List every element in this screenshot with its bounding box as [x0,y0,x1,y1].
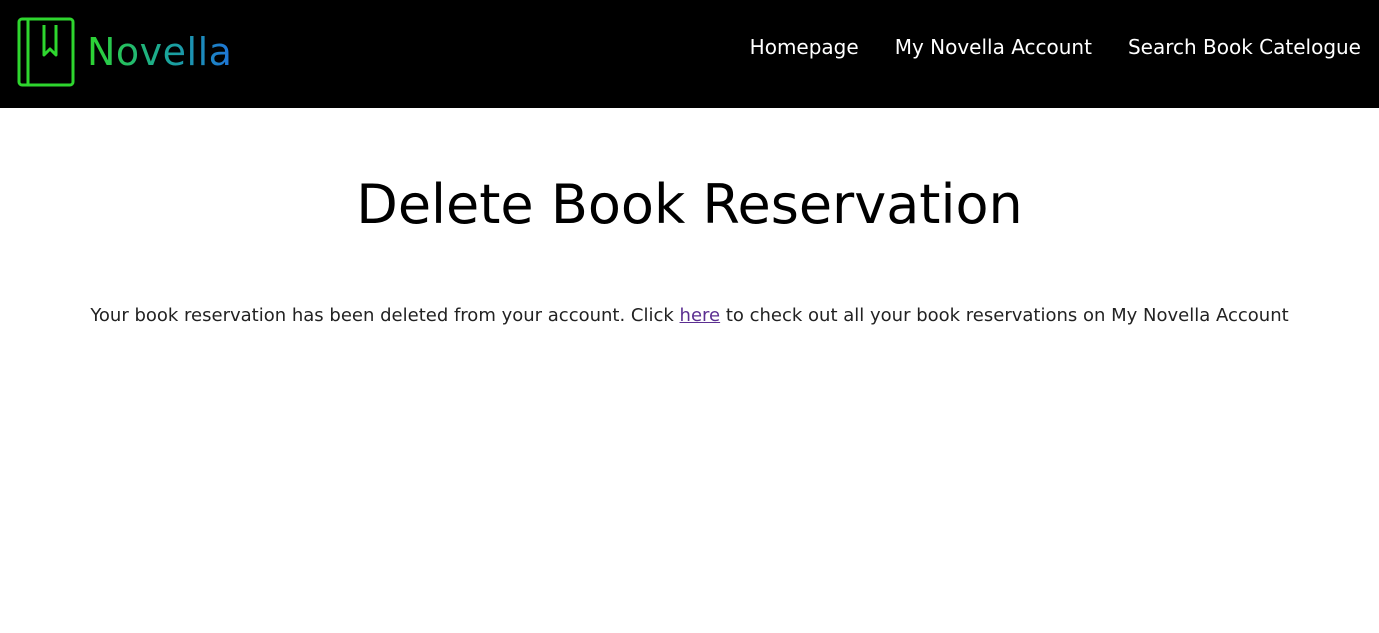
nav-link-search-catalogue[interactable]: Search Book Catelogue [1128,33,1361,61]
main-nav: Homepage My Novella Account Search Book … [714,33,1361,61]
brand-name: Novella [87,30,233,74]
nav-link-my-account[interactable]: My Novella Account [895,33,1092,61]
page-title: Delete Book Reservation [356,173,1023,236]
brand-logo-link[interactable]: Novella [17,17,232,87]
reservations-link[interactable]: here [680,305,721,326]
confirmation-message: Your book reservation has been deleted f… [0,304,1379,328]
message-prefix: Your book reservation has been deleted f… [90,305,680,326]
top-navbar: Novella Homepage My Novella Account Sear… [0,0,1379,108]
message-suffix: to check out all your book reservations … [720,305,1289,326]
nav-link-homepage[interactable]: Homepage [750,33,859,61]
bookmarked-book-icon [17,17,75,87]
